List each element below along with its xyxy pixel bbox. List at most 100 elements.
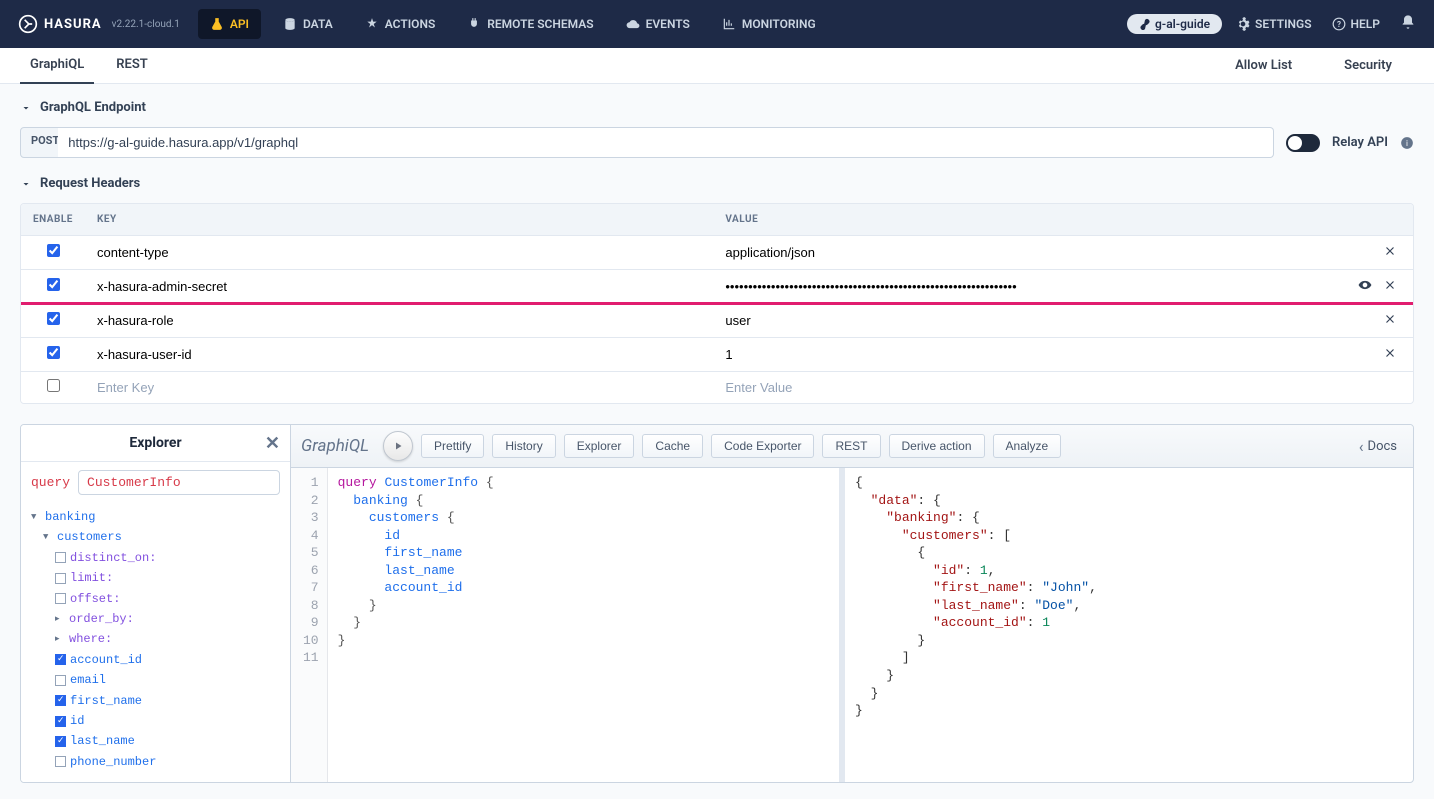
tree-arg[interactable]: ▸order_by: <box>31 609 280 629</box>
tab-allow-list[interactable]: Allow List <box>1225 48 1302 84</box>
endpoint-section-title: GraphQL Endpoint <box>40 100 146 115</box>
header-row-new <box>21 372 1413 404</box>
query-name-row: query <box>21 462 290 503</box>
header-key-input[interactable] <box>97 311 701 330</box>
delete-header-button[interactable] <box>1379 344 1401 365</box>
query-name-input[interactable] <box>78 470 280 495</box>
header-key-input[interactable] <box>97 378 701 397</box>
navbar-right: g-al-guide SETTINGS ? HELP <box>1127 14 1422 34</box>
header-enable-checkbox[interactable] <box>47 312 60 325</box>
header-row <box>21 270 1413 304</box>
checkbox-icon <box>55 593 66 604</box>
header-enable-checkbox[interactable] <box>47 379 60 392</box>
tree-arg[interactable]: limit: <box>31 568 280 588</box>
tree-field[interactable]: first_name <box>31 691 280 711</box>
reveal-secret-button[interactable] <box>1354 276 1376 297</box>
flask-icon <box>210 17 224 31</box>
plug-icon <box>467 17 481 31</box>
explorer-header: Explorer ✕ <box>21 425 290 462</box>
tab-graphiql[interactable]: GraphiQL <box>20 48 94 84</box>
col-value: VALUE <box>713 204 1341 236</box>
header-key-input[interactable] <box>97 345 701 364</box>
tree-arg[interactable]: ▸where: <box>31 629 280 649</box>
header-row <box>21 236 1413 270</box>
svg-text:i: i <box>1406 137 1408 147</box>
navbar-left: HASURA v2.22.1-cloud.1 API DATA ACTIONS … <box>12 0 830 48</box>
delete-header-button[interactable] <box>1379 242 1401 263</box>
chart-icon <box>722 17 736 31</box>
header-value-input[interactable] <box>725 311 1329 330</box>
subtabs-bar: GraphiQL REST Allow List Security <box>0 48 1434 84</box>
explorer-title: Explorer <box>129 435 181 451</box>
graphiql-title: GraphiQL <box>301 436 369 456</box>
tree-node-banking[interactable]: ▼banking <box>31 507 280 527</box>
nav-actions[interactable]: ACTIONS <box>351 0 450 48</box>
help-link[interactable]: ? HELP <box>1326 17 1386 31</box>
editor-split: 1234567891011 query CustomerInfo { banki… <box>291 468 1413 782</box>
header-value-input[interactable] <box>725 345 1329 364</box>
delete-header-button[interactable] <box>1379 276 1401 297</box>
execute-query-button[interactable] <box>383 431 413 461</box>
gear-icon <box>1236 17 1250 31</box>
header-row <box>21 304 1413 338</box>
prettify-button[interactable]: Prettify <box>421 434 484 458</box>
nav-data[interactable]: DATA <box>269 0 347 48</box>
nav-remote-schemas[interactable]: REMOTE SCHEMAS <box>453 0 607 48</box>
nav-events[interactable]: EVENTS <box>612 0 704 48</box>
tree-arg[interactable]: offset: <box>31 589 280 609</box>
nav-events-label: EVENTS <box>646 17 690 31</box>
explorer-button[interactable]: Explorer <box>564 434 635 458</box>
docs-link[interactable]: Docs <box>1353 437 1403 456</box>
tab-rest[interactable]: REST <box>106 48 158 84</box>
delete-header-button[interactable] <box>1379 310 1401 331</box>
database-icon <box>283 17 297 31</box>
settings-link[interactable]: SETTINGS <box>1230 17 1318 31</box>
nav-monitoring[interactable]: MONITORING <box>708 0 830 48</box>
help-icon: ? <box>1332 17 1346 31</box>
logo[interactable]: HASURA <box>12 14 108 34</box>
rest-button[interactable]: REST <box>822 434 880 458</box>
endpoint-section-header[interactable]: GraphQL Endpoint <box>20 100 1414 115</box>
result-pane: { "data": { "banking": { "customers": [ … <box>845 468 1413 782</box>
tree-field[interactable]: account_id <box>31 650 280 670</box>
header-enable-checkbox[interactable] <box>47 278 60 291</box>
headers-section-header[interactable]: Request Headers <box>20 176 1414 191</box>
col-actions <box>1342 204 1413 236</box>
notifications-button[interactable] <box>1394 14 1422 34</box>
user-pill[interactable]: g-al-guide <box>1127 14 1222 34</box>
tree-arg[interactable]: distinct_on: <box>31 548 280 568</box>
relay-api-toggle[interactable] <box>1286 134 1320 152</box>
tree-node-customers[interactable]: ▼customers <box>31 527 280 547</box>
tab-security[interactable]: Security <box>1334 48 1402 84</box>
history-button[interactable]: History <box>492 434 555 458</box>
code-exporter-button[interactable]: Code Exporter <box>711 434 814 458</box>
header-enable-checkbox[interactable] <box>47 346 60 359</box>
tree-field[interactable]: phone_number <box>31 752 280 772</box>
cache-button[interactable]: Cache <box>642 434 703 458</box>
nav-api[interactable]: API <box>198 9 261 39</box>
graphiql-toolbar: GraphiQL Prettify History Explorer Cache Cod… <box>291 425 1413 468</box>
derive-action-button[interactable]: Derive action <box>889 434 985 458</box>
checkbox-icon <box>55 573 66 584</box>
header-value-input[interactable] <box>725 378 1329 397</box>
header-value-input[interactable] <box>725 243 1329 262</box>
nav-monitoring-label: MONITORING <box>742 17 816 31</box>
relay-api-label: Relay API <box>1332 135 1388 150</box>
explorer-close-button[interactable]: ✕ <box>265 433 280 454</box>
info-icon[interactable]: i <box>1400 136 1414 150</box>
checkbox-icon <box>55 756 66 767</box>
header-key-input[interactable] <box>97 243 701 262</box>
header-enable-checkbox[interactable] <box>47 244 60 257</box>
tree-field[interactable]: id <box>31 711 280 731</box>
header-key-input[interactable] <box>97 277 701 296</box>
tree-field[interactable]: last_name <box>31 731 280 751</box>
tree-field[interactable]: email <box>31 670 280 690</box>
header-row <box>21 338 1413 372</box>
query-editor[interactable]: 1234567891011 query CustomerInfo { banki… <box>291 468 845 782</box>
docs-label: Docs <box>1368 439 1397 454</box>
endpoint-url-input[interactable] <box>58 127 1274 158</box>
col-key: KEY <box>85 204 713 236</box>
content: GraphQL Endpoint POST Relay API i Reques… <box>0 84 1434 799</box>
analyze-button[interactable]: Analyze <box>993 434 1062 458</box>
header-value-input[interactable] <box>725 277 1329 296</box>
